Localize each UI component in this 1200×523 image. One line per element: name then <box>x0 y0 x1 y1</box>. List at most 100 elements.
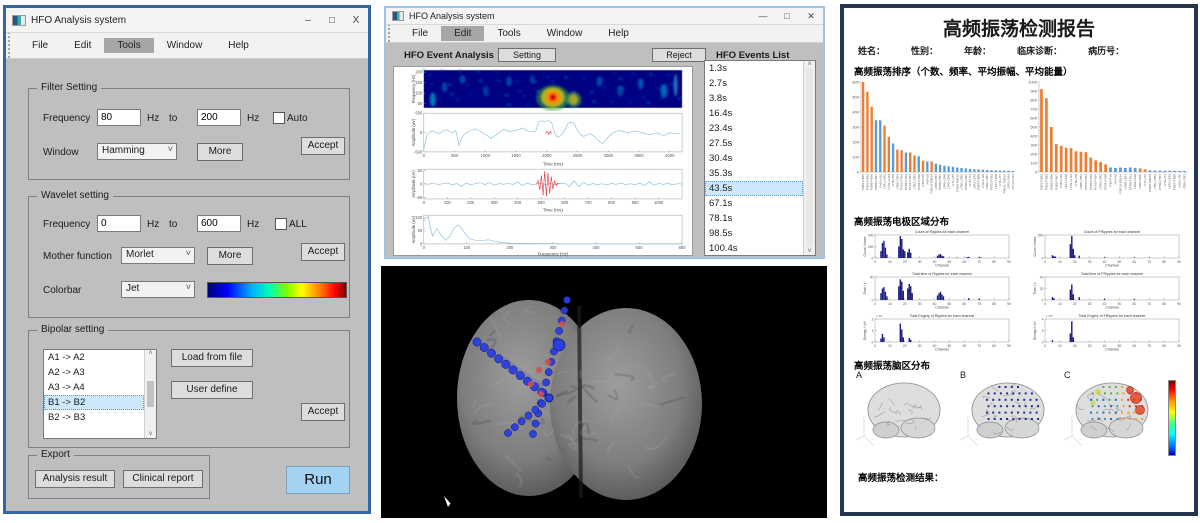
list-item[interactable]: 67.1s <box>705 196 803 211</box>
filter-accept-button[interactable]: Accept <box>301 137 345 155</box>
list-item[interactable]: 100.4s <box>705 241 803 255</box>
hfo-events-listbox[interactable]: 1.3s2.7s3.8s16.4s23.4s27.5s30.4s35.3s43.… <box>704 60 816 256</box>
menu-item-help[interactable]: Help <box>215 38 262 53</box>
menu-item-edit[interactable]: Edit <box>441 26 484 41</box>
load-from-file-button[interactable]: Load from file <box>171 349 253 367</box>
svg-text:30: 30 <box>918 260 922 264</box>
menu-drag-handle[interactable] <box>386 25 391 42</box>
electrode-dot <box>504 429 511 436</box>
svg-text:1000: 1000 <box>481 153 491 158</box>
minimize-icon[interactable]: – <box>296 15 320 26</box>
svg-text:30: 30 <box>918 344 922 348</box>
electrode-dot <box>536 367 542 373</box>
menu-item-window[interactable]: Window <box>154 38 216 53</box>
svg-text:600: 600 <box>852 79 859 84</box>
list-item[interactable]: 27.5s <box>705 136 803 151</box>
svg-text:100: 100 <box>1030 160 1037 165</box>
filter-more-button[interactable]: More <box>197 143 243 161</box>
electrode-dot <box>473 338 481 346</box>
colorbar-select[interactable]: Jet <box>121 281 195 298</box>
bipolar-accept-button[interactable]: Accept <box>301 403 345 421</box>
svg-text:0: 0 <box>874 260 876 264</box>
list-item[interactable]: 35.3s <box>705 166 803 181</box>
menu-drag-handle[interactable] <box>6 33 11 58</box>
svg-text:LTA1-LTA2: LTA1-LTA2 <box>1064 174 1068 189</box>
wavelet-freq-to-input[interactable] <box>197 215 241 232</box>
list-item[interactable]: 98.5s <box>705 226 803 241</box>
close-icon[interactable]: ✕ <box>799 11 823 22</box>
filter-freq-from-input[interactable] <box>97 109 141 126</box>
bipolar-list-scrollbar[interactable]: ˄˅ <box>144 350 156 438</box>
svg-text:Count / times: Count / times <box>1033 236 1037 256</box>
wavelet-more-button[interactable]: More <box>207 247 253 265</box>
svg-text:30: 30 <box>918 302 922 306</box>
svg-text:P3B5-P3B7: P3B5-P3B7 <box>1054 174 1058 190</box>
menu-item-window[interactable]: Window <box>534 26 596 41</box>
menu-item-tools[interactable]: Tools <box>104 38 153 53</box>
analysis-result-button[interactable]: Analysis result <box>35 470 115 488</box>
svg-text:0: 0 <box>423 200 426 205</box>
svg-text:Total Engery of FRipples for e: Total Engery of FRipples for each channe… <box>1079 314 1146 318</box>
menu-item-tools[interactable]: Tools <box>484 26 533 41</box>
report-title: 高频振荡检测报告 <box>844 8 1194 41</box>
window-function-select[interactable]: Hamming <box>97 143 177 160</box>
wavelet-setting-legend: Wavelet setting <box>37 190 113 201</box>
menu-item-help[interactable]: Help <box>595 26 642 41</box>
list-item[interactable]: B2 -> B3 <box>44 410 144 425</box>
svg-text:80: 80 <box>1162 302 1166 306</box>
list-item[interactable]: 16.4s <box>705 106 803 121</box>
maximize-icon[interactable]: □ <box>320 15 344 26</box>
list-item[interactable]: 23.4s <box>705 121 803 136</box>
menu-item-edit[interactable]: Edit <box>61 38 104 53</box>
svg-text:90: 90 <box>1177 260 1181 264</box>
list-item[interactable]: A2 -> A3 <box>44 365 144 380</box>
svg-text:60: 60 <box>1132 302 1136 306</box>
list-item[interactable]: A1 -> A2 <box>44 350 144 365</box>
user-define-button[interactable]: User define <box>171 381 253 399</box>
events-list-scrollbar[interactable]: ˄˅ <box>803 61 815 255</box>
list-item[interactable]: 1.3s <box>705 61 803 76</box>
list-item[interactable]: 3.8s <box>705 91 803 106</box>
svg-text:0: 0 <box>420 130 423 135</box>
svg-text:2: 2 <box>1042 329 1044 333</box>
auto-checkbox[interactable] <box>273 112 285 124</box>
svg-text:900: 900 <box>1030 88 1037 93</box>
filter-setting-group: Filter Setting Frequency Hz to Hz Auto W… <box>28 88 350 180</box>
wavelet-accept-button[interactable]: Accept <box>301 243 345 261</box>
bipolar-listbox[interactable]: A1 -> A2A2 -> A3A3 -> A4B1 -> B2B2 -> B3… <box>43 349 157 439</box>
list-item[interactable]: 78.1s <box>705 211 803 226</box>
svg-text:P3B1-P3B3: P3B1-P3B3 <box>1044 174 1048 190</box>
clinical-report-button[interactable]: Clinical report <box>123 470 203 488</box>
svg-text:Time (ms): Time (ms) <box>543 207 563 212</box>
svg-text:30: 30 <box>1088 302 1092 306</box>
brain-3d-view[interactable] <box>381 266 827 518</box>
svg-text:Count / times: Count / times <box>863 236 867 256</box>
filter-freq-to-input[interactable] <box>197 109 241 126</box>
close-icon[interactable]: X <box>344 15 368 26</box>
mother-function-select[interactable]: Morlet <box>121 247 195 264</box>
svg-text:500: 500 <box>1038 233 1044 237</box>
svg-text:60: 60 <box>1132 260 1136 264</box>
brain-thumbnail-label: C <box>1064 370 1071 380</box>
electrode-dot <box>502 360 510 368</box>
svg-text:150: 150 <box>415 80 423 85</box>
list-item[interactable]: 30.4s <box>705 151 803 166</box>
all-checkbox[interactable] <box>275 218 287 230</box>
list-item[interactable]: B1 -> B2 <box>44 395 144 410</box>
menu-item-file[interactable]: File <box>19 38 61 53</box>
list-item[interactable]: 2.7s <box>705 76 803 91</box>
frequency-label: Frequency <box>43 219 90 230</box>
svg-text:70: 70 <box>1147 260 1151 264</box>
list-item[interactable]: A3 -> A4 <box>44 380 144 395</box>
run-button[interactable]: Run <box>286 466 350 494</box>
minimize-icon[interactable]: — <box>751 11 775 22</box>
wavelet-freq-from-input[interactable] <box>97 215 141 232</box>
setting-button[interactable]: Setting <box>498 48 556 62</box>
list-item[interactable]: 43.5s <box>705 181 803 196</box>
svg-text:x 10⁴: x 10⁴ <box>1046 314 1054 318</box>
maximize-icon[interactable]: □ <box>775 11 799 22</box>
svg-text:800: 800 <box>1030 97 1037 102</box>
fripple-energy-hist: 0102030405060708090024ChannelEnergy / uV… <box>1028 312 1184 352</box>
reject-button[interactable]: Reject <box>652 48 706 62</box>
menu-item-file[interactable]: File <box>399 26 441 41</box>
